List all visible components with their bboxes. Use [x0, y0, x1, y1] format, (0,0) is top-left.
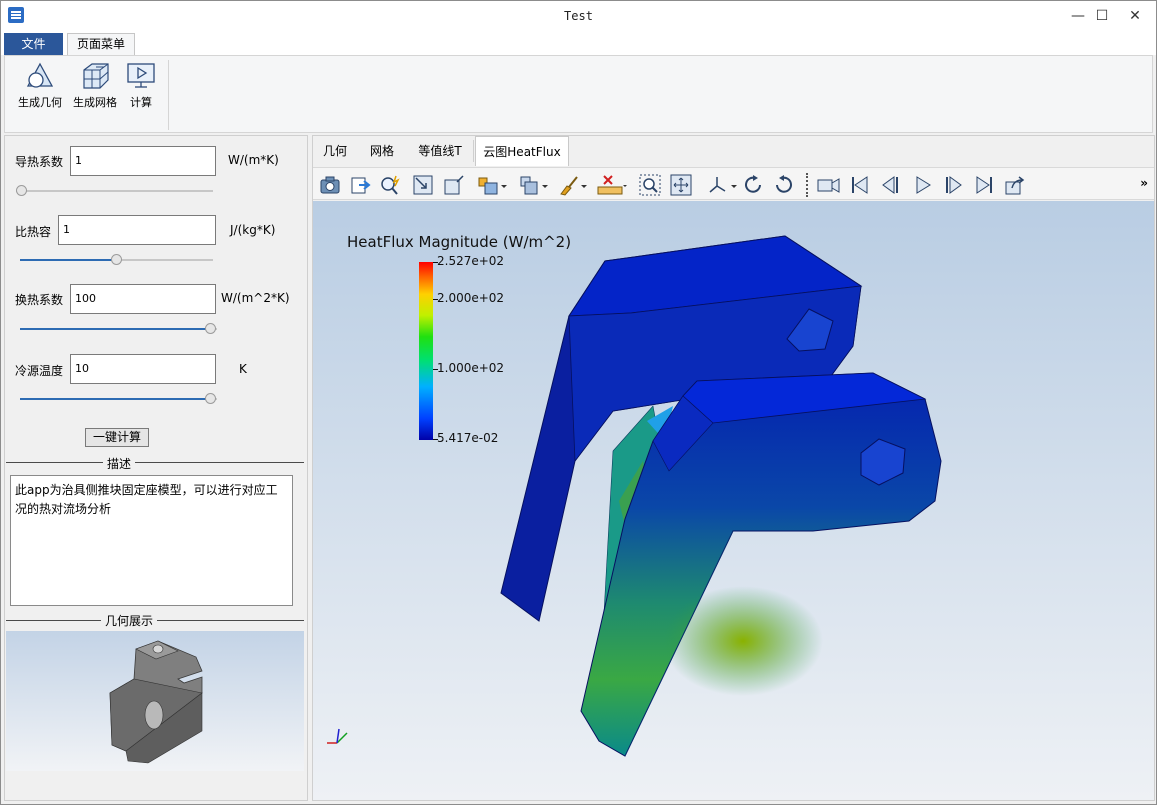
tab-page-menu[interactable]: 页面菜单	[67, 33, 135, 56]
parameter-panel: 导热系数 1 W/(m*K) 比热容 1 J/(kg*K) 换热系数 100 W…	[4, 135, 308, 801]
ribbon-separator	[168, 60, 169, 130]
heatflux-viewport[interactable]: HeatFlux Magnitude (W/m^2) 2.527e+02 2.0…	[313, 201, 1154, 800]
param-specific-heat-label: 比热容	[15, 225, 52, 239]
cold-source-temp-input[interactable]: 10	[70, 354, 216, 384]
tab-separator	[473, 140, 474, 162]
window-title: Test	[564, 9, 593, 23]
generate-mesh-label: 生成网格	[73, 96, 117, 109]
axes-icon[interactable]	[707, 174, 737, 196]
title-bar: Test — ☐ ✕	[1, 1, 1156, 31]
cold-source-temp-unit: K	[239, 362, 247, 376]
fit-box-icon[interactable]	[412, 174, 434, 196]
heat-transfer-coef-input[interactable]: 100	[70, 284, 216, 314]
view-toolbar: »	[313, 167, 1154, 200]
rotate-cw-icon[interactable]	[742, 174, 764, 196]
generate-mesh-button[interactable]: 生成网格	[68, 62, 122, 110]
brush-icon[interactable]	[557, 174, 587, 196]
slider-thumb[interactable]	[16, 185, 27, 196]
slider-thumb[interactable]	[205, 323, 216, 334]
geometry-preview-view[interactable]	[6, 631, 304, 771]
thermal-conductivity-slider[interactable]	[16, 185, 213, 197]
zoom-window-icon[interactable]	[639, 174, 661, 196]
generate-geometry-button[interactable]: 生成几何	[13, 62, 67, 110]
param-thermal-conductivity-label: 导热系数	[15, 155, 64, 169]
result-panel: 几何 网格 等值线T 云图HeatFlux » HeatFlux Magnitu…	[312, 135, 1155, 801]
tab-contour-t[interactable]: 等值线T	[409, 136, 471, 166]
share-icon[interactable]	[1004, 174, 1026, 196]
first-frame-icon[interactable]	[849, 174, 871, 196]
colormap-scale-bar	[419, 262, 433, 440]
geometry-preview-title: 几何展示	[101, 612, 158, 629]
mesh-icon	[83, 63, 109, 89]
heat-transfer-coef-unit: W/(m^2*K)	[221, 291, 290, 305]
next-frame-icon[interactable]	[942, 174, 964, 196]
param-heat-transfer-coef-label: 换热系数	[15, 293, 64, 307]
heat-transfer-coef-slider[interactable]	[20, 323, 217, 335]
camera-icon[interactable]	[319, 174, 341, 196]
close-button[interactable]: ✕	[1120, 3, 1150, 29]
toolbar-separator	[806, 173, 808, 197]
zoom-magic-icon[interactable]	[380, 174, 402, 196]
export-icon[interactable]	[350, 174, 372, 196]
box-view-icon[interactable]	[443, 174, 465, 196]
one-click-compute-button[interactable]: 一键计算	[85, 428, 149, 447]
rotate-ccw-icon[interactable]	[773, 174, 795, 196]
maximize-button[interactable]: ☐	[1087, 3, 1117, 29]
ribbon-panel: 生成几何 生成网格 计算	[4, 55, 1153, 133]
video-icon[interactable]	[816, 174, 842, 196]
generate-geometry-label: 生成几何	[18, 96, 62, 109]
toolbar-overflow-button[interactable]: »	[1140, 176, 1148, 190]
compute-button[interactable]: 计算	[123, 62, 159, 110]
view-tab-bar: 几何 网格 等值线T 云图HeatFlux	[313, 136, 1154, 166]
slider-thumb[interactable]	[111, 254, 122, 265]
thermal-conductivity-input[interactable]: 1	[70, 146, 216, 176]
description-textbox[interactable]: 此app为治具侧推块固定座模型，可以进行对应工况的热对流场分析	[10, 475, 293, 606]
slider-thumb[interactable]	[205, 393, 216, 404]
tab-file[interactable]: 文件	[4, 33, 63, 55]
ruler-icon[interactable]	[596, 174, 628, 196]
compute-icon	[127, 63, 155, 88]
display-mode-icon[interactable]	[518, 174, 548, 196]
geometry-icon	[26, 62, 54, 88]
description-title: 描述	[103, 455, 136, 472]
app-window: Test — ☐ ✕ 文件 页面菜单 生成几何 生成网格 计算 导热系数 1 W…	[0, 0, 1157, 805]
play-icon[interactable]	[912, 174, 934, 196]
prev-frame-icon[interactable]	[880, 174, 902, 196]
color-box-icon[interactable]	[477, 174, 507, 196]
tab-heatflux-cloud[interactable]: 云图HeatFlux	[475, 136, 569, 166]
tab-mesh[interactable]: 网格	[360, 136, 404, 166]
description-divider	[6, 462, 304, 463]
geometry-model-image	[109, 640, 203, 764]
param-cold-source-temp-label: 冷源温度	[15, 364, 64, 378]
colormap-label-200: 2.000e+02	[437, 291, 505, 305]
cold-source-temp-slider[interactable]	[20, 393, 217, 405]
specific-heat-input[interactable]: 1	[58, 215, 216, 245]
tab-geometry[interactable]: 几何	[313, 136, 357, 166]
compute-label: 计算	[130, 96, 152, 109]
last-frame-icon[interactable]	[973, 174, 995, 196]
colormap-max-label: 2.527e+02	[437, 254, 505, 268]
thermal-conductivity-unit: W/(m*K)	[228, 153, 279, 167]
colormap-title: HeatFlux Magnitude (W/m^2)	[347, 233, 572, 251]
ribbon-tab-bar: 文件 页面菜单	[1, 31, 1156, 56]
colormap-min-label: 5.417e-02	[437, 431, 499, 445]
specific-heat-slider[interactable]	[20, 254, 213, 266]
colormap-label-100: 1.000e+02	[437, 361, 505, 375]
specific-heat-unit: J/(kg*K)	[230, 223, 276, 237]
pan-icon[interactable]	[670, 174, 692, 196]
